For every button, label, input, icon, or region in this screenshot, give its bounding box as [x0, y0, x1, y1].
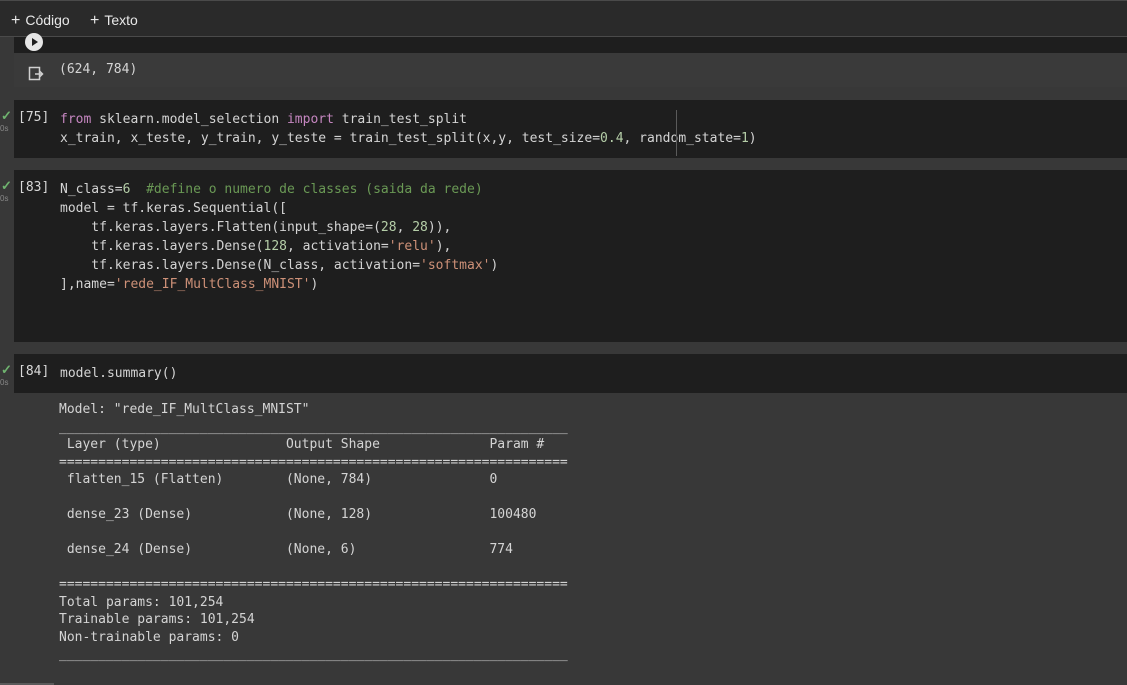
code-token: , activation= — [286, 239, 389, 254]
summary-row: dense_24 (Dense) (None, 6) 774 — [59, 542, 568, 557]
code-token: ) — [490, 258, 499, 273]
code-token: tf.keras.layers.Dense(N_class, activatio… — [60, 258, 421, 273]
code-token: model = tf.keras.Sequential([ — [60, 201, 287, 216]
code-editor[interactable]: N_class=6 #define o numero de classes (s… — [60, 180, 498, 294]
add-text-label: Texto — [104, 12, 138, 28]
code-token: ) — [748, 131, 757, 146]
code-cell-83[interactable]: [83] N_class=6 #define o numero de class… — [14, 170, 1127, 342]
notebook-toolbar: + Código + Texto — [0, 0, 1127, 37]
summary-trainable: Trainable params: 101,254 — [59, 612, 255, 627]
exec-time: 0s — [0, 194, 9, 203]
summary-non-trainable: Non-trainable params: 0 — [59, 629, 240, 645]
code-token: sklearn.model_selection — [91, 112, 287, 127]
summary-rule: ________________________________________… — [59, 419, 568, 435]
add-code-button[interactable]: + Código — [11, 10, 70, 30]
previous-code-cell[interactable] — [14, 37, 1127, 53]
code-token: x_train, x_teste, y_train, y_teste = tra… — [60, 131, 601, 146]
code-token: ), — [435, 239, 452, 254]
previous-output-text: (624, 784) — [59, 62, 138, 77]
code-token: ) — [310, 277, 319, 292]
checkmark-icon: ✓ — [1, 178, 12, 193]
execution-count: [83] — [18, 180, 50, 195]
add-code-label: Código — [25, 12, 70, 28]
code-string: 'rede_IF_MultClass_MNIST' — [114, 277, 311, 292]
code-token: )), — [427, 220, 452, 235]
code-editor[interactable]: from sklearn.model_selection import trai… — [60, 110, 757, 148]
checkmark-icon: ✓ — [1, 362, 12, 377]
code-cell-75[interactable]: [75] from sklearn.model_selection import… — [14, 100, 1127, 158]
previous-output-area: (624, 784) — [14, 53, 1127, 87]
code-token: 28 — [412, 220, 428, 235]
code-token: 128 — [263, 239, 287, 254]
execution-count: [84] — [18, 364, 50, 379]
text-cursor — [676, 110, 677, 156]
code-token: 0.4 — [600, 131, 624, 146]
summary-row: flatten_15 (Flatten) (None, 784) 0 — [59, 472, 568, 487]
output-redirect-icon[interactable] — [28, 66, 44, 82]
code-token: import — [286, 112, 334, 127]
summary-rule: ________________________________________… — [59, 647, 568, 662]
summary-row: dense_23 (Dense) (None, 128) 100480 — [59, 507, 568, 522]
code-string: 'softmax' — [420, 258, 491, 273]
code-token: N_class= — [60, 182, 123, 197]
checkmark-icon: ✓ — [1, 108, 12, 123]
code-token: , random_state= — [623, 131, 741, 146]
code-token: from — [60, 112, 92, 127]
execution-count: [75] — [18, 110, 50, 125]
play-circle-icon[interactable] — [24, 32, 44, 52]
code-string: 'relu' — [388, 239, 436, 254]
code-token: , — [396, 220, 413, 235]
summary-header: Layer (type) Output Shape Param # — [59, 437, 568, 452]
code-token: tf.keras.layers.Dense( — [60, 239, 264, 254]
code-token: train_test_split — [333, 112, 468, 127]
code-cell-84[interactable]: [84] model.summary() — [14, 354, 1127, 393]
exec-time: 0s — [0, 124, 9, 133]
model-summary-output: Model: "rede_IF_MultClass_MNIST" _______… — [59, 401, 568, 664]
code-token: 1 — [740, 131, 749, 146]
code-comment: #define o numero de classes (saida da re… — [130, 182, 483, 197]
code-token: ],name= — [60, 277, 115, 292]
code-token: 28 — [380, 220, 397, 235]
exec-time: 0s — [0, 378, 9, 387]
summary-rule-eq: ========================================… — [59, 454, 568, 470]
add-text-button[interactable]: + Texto — [90, 10, 138, 30]
summary-total: Total params: 101,254 — [59, 594, 224, 610]
summary-model-line: Model: "rede_IF_MultClass_MNIST" — [59, 402, 310, 417]
plus-icon: + — [11, 12, 21, 29]
code-editor[interactable]: model.summary() — [60, 364, 177, 383]
plus-icon: + — [90, 12, 100, 29]
summary-rule-eq: ========================================… — [59, 577, 568, 592]
code-token: tf.keras.layers.Flatten(input_shape=( — [60, 220, 381, 235]
